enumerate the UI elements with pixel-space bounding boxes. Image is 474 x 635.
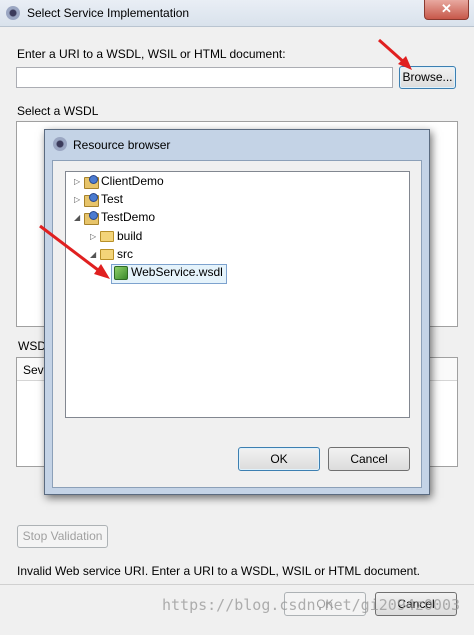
- annotation-arrowhead-wsdl: [94, 264, 110, 279]
- annotation-arrows: [39, 38, 412, 279]
- annotation-arrow-wsdl: [39, 224, 103, 275]
